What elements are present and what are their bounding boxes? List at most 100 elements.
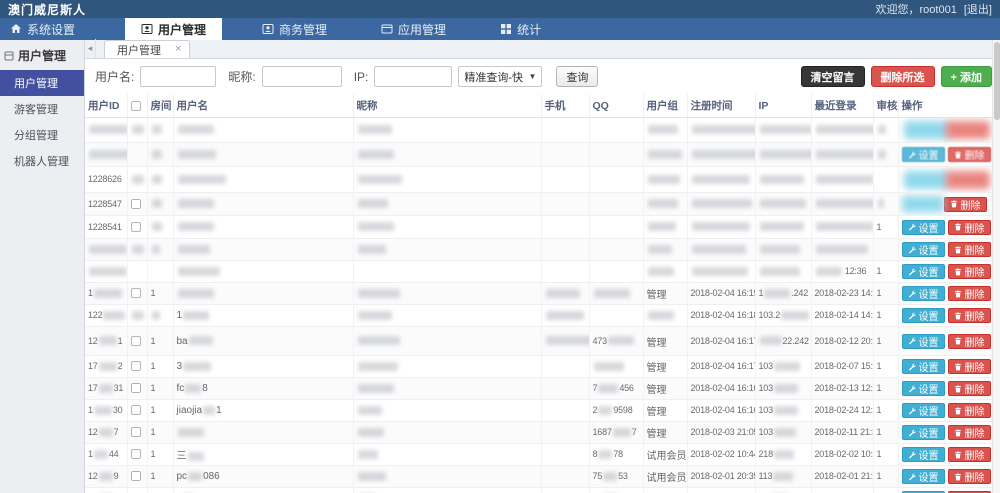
column-header-phone: 手机 <box>541 94 589 118</box>
sidebar-item-robot-management[interactable]: 机器人管理 <box>0 148 84 174</box>
nav-item-user-management[interactable]: 用户管理 <box>125 18 222 40</box>
delete-button[interactable]: 删除 <box>948 308 991 323</box>
cell-phone <box>541 283 589 305</box>
cell-cb <box>127 216 147 239</box>
add-button[interactable]: + 添加 <box>941 66 992 87</box>
delete-button[interactable]: 删除 <box>948 403 991 418</box>
delete-button[interactable]: 删除 <box>948 286 991 301</box>
cell-text: 1 <box>877 336 882 346</box>
settings-button-label: 设置 <box>919 359 939 374</box>
tab-collapse-button[interactable]: ◂ <box>85 39 96 58</box>
cell-text: 12 <box>88 336 98 346</box>
settings-button[interactable]: 设置 <box>902 469 945 484</box>
logout-link[interactable]: [退出] <box>964 4 992 16</box>
cell-audit <box>873 118 898 143</box>
settings-button[interactable]: 设置 <box>902 447 945 462</box>
settings-button[interactable]: 设置 <box>902 147 945 162</box>
clear-messages-button[interactable]: 清空留言 <box>801 66 865 87</box>
row-checkbox[interactable] <box>131 471 141 481</box>
table-row: 设置删除 <box>85 239 992 261</box>
delete-button[interactable]: 删除 <box>948 220 991 235</box>
table-row: 17213管理2018-02-04 16:171032018-02-07 15:… <box>85 356 992 378</box>
cell-text: 44 <box>109 449 119 459</box>
delete-button[interactable]: 删除 <box>948 359 991 374</box>
delete-button[interactable]: 删除 <box>948 242 991 257</box>
sidebar-item-user-management[interactable]: 用户管理 <box>0 70 84 96</box>
cell-phone <box>541 400 589 422</box>
cell-room: 1 <box>147 488 173 493</box>
cell-cb <box>127 261 147 283</box>
redacted-blur <box>132 175 144 184</box>
cell-audit: 1 <box>873 356 898 378</box>
cell-text: 1 <box>877 471 882 481</box>
row-checkbox[interactable] <box>131 449 141 459</box>
row-checkbox[interactable] <box>131 222 141 232</box>
row-checkbox[interactable] <box>131 199 141 209</box>
settings-button[interactable]: 设置 <box>902 286 945 301</box>
cell-text: 管理 <box>647 385 667 396</box>
nav-item-app-management[interactable]: 应用管理 <box>367 18 460 40</box>
sidebar-item-guest-management[interactable]: 游客管理 <box>0 96 84 122</box>
row-checkbox[interactable] <box>131 288 141 298</box>
cell-text: 1 <box>877 222 882 232</box>
settings-button[interactable]: 设置 <box>902 264 945 279</box>
query-mode-select[interactable]: 精准查询-快 ▼ <box>458 66 542 87</box>
ip-input[interactable] <box>374 66 452 87</box>
row-checkbox[interactable] <box>131 405 141 415</box>
row-checkbox[interactable] <box>131 361 141 371</box>
home-icon <box>10 23 22 35</box>
delete-button[interactable]: 删除 <box>944 197 987 212</box>
table-row: 12:361设置删除 <box>85 261 992 283</box>
username-input[interactable] <box>140 66 216 87</box>
cell-group: 管理 <box>643 422 687 444</box>
row-checkbox[interactable] <box>131 336 141 346</box>
redacted-blur <box>692 267 748 276</box>
delete-button[interactable]: 删除 <box>948 147 991 162</box>
redacted-blur <box>692 222 750 231</box>
settings-button[interactable]: 设置 <box>902 425 945 440</box>
redacted-blur <box>760 336 782 345</box>
settings-button-label: 设置 <box>919 447 939 462</box>
cell-user <box>173 193 353 216</box>
row-checkbox[interactable] <box>131 427 141 437</box>
nav-item-statistics[interactable]: 统计 <box>486 18 555 40</box>
delete-button[interactable]: 删除 <box>948 381 991 396</box>
delete-button-label: 删除 <box>965 286 985 301</box>
nav-item-system-settings[interactable]: 系统设置 <box>0 18 89 40</box>
tab-close-icon[interactable]: × <box>175 44 181 55</box>
delete-selected-button[interactable]: 删除所选 <box>871 66 935 87</box>
cell-text: 7 <box>593 383 598 393</box>
settings-button[interactable]: 设置 <box>902 403 945 418</box>
settings-button[interactable]: 设置 <box>902 359 945 374</box>
cell-last: 2018-02-11 21:32 <box>811 422 873 444</box>
cell-audit: 1 <box>873 305 898 327</box>
search-button[interactable]: 查询 <box>556 66 598 87</box>
cell-cb <box>127 239 147 261</box>
settings-button[interactable]: 设置 <box>902 308 945 323</box>
wrench-icon <box>908 429 916 437</box>
delete-button[interactable]: 删除 <box>948 469 991 484</box>
table-row: 127116877管理2018-02-03 21:051032018-02-11… <box>85 422 992 444</box>
cell-phone <box>541 118 589 143</box>
tab-user-management[interactable]: 用户管理 × <box>104 40 190 58</box>
scrollbar-thumb[interactable] <box>994 42 1000 120</box>
delete-button[interactable]: 删除 <box>948 264 991 279</box>
settings-button[interactable]: 设置 <box>902 381 945 396</box>
cell-nick <box>353 488 541 493</box>
trash-icon <box>954 290 962 298</box>
vertical-scrollbar[interactable] <box>992 40 1000 493</box>
cell-text: 2018-02-04 16:17 <box>691 336 756 346</box>
row-checkbox[interactable] <box>131 383 141 393</box>
trash-icon <box>954 312 962 320</box>
delete-button[interactable]: 删除 <box>948 334 991 349</box>
settings-button[interactable]: 设置 <box>902 220 945 235</box>
settings-button[interactable]: 设置 <box>902 334 945 349</box>
delete-button[interactable]: 删除 <box>948 447 991 462</box>
sidebar-item-group-management[interactable]: 分组管理 <box>0 122 84 148</box>
select-all-checkbox[interactable] <box>131 101 141 111</box>
nickname-input[interactable] <box>262 66 342 87</box>
nav-item-business-management[interactable]: 商务管理 <box>248 18 341 40</box>
settings-button[interactable]: 设置 <box>902 242 945 257</box>
delete-button[interactable]: 删除 <box>948 425 991 440</box>
redacted-blur <box>178 245 210 254</box>
